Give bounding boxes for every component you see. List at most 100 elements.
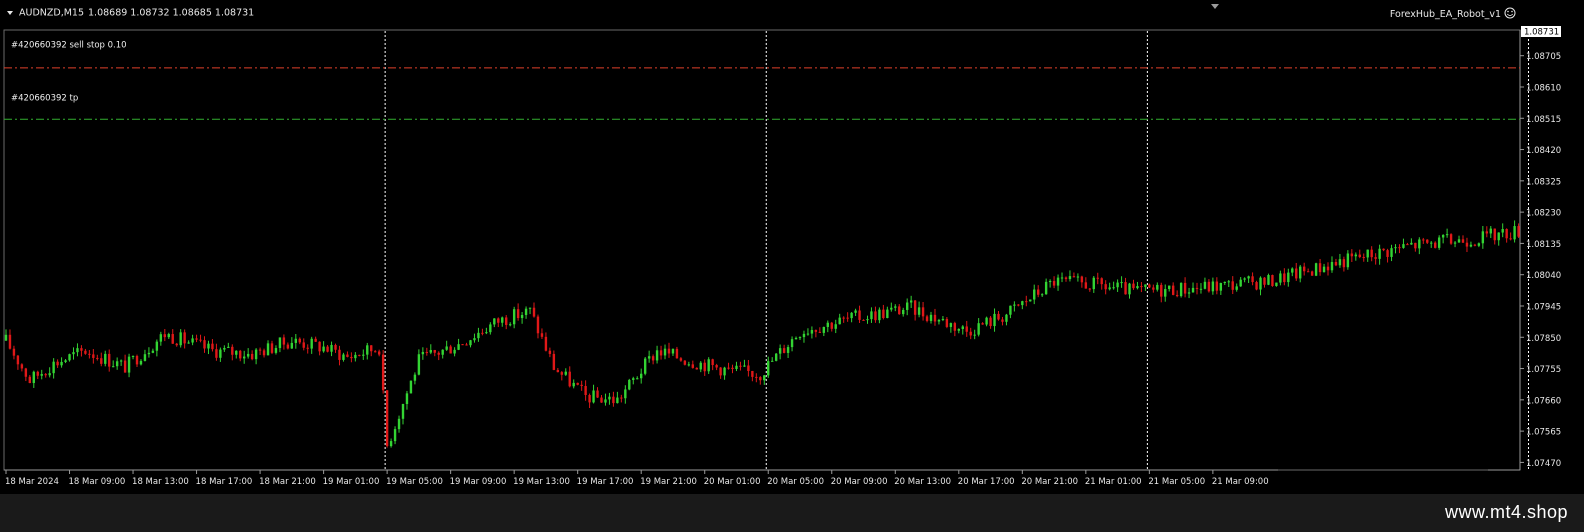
candle-body	[381, 354, 385, 391]
expert-smiley-icon[interactable]	[1504, 7, 1516, 19]
candle-body	[989, 317, 992, 327]
candle-body	[32, 371, 35, 384]
candle-body	[370, 345, 373, 352]
candle-body	[322, 346, 325, 352]
candle-body	[1223, 281, 1226, 284]
candle-body	[417, 354, 421, 375]
candle-body	[1434, 242, 1437, 248]
candle-body	[1306, 271, 1310, 273]
candle-body	[68, 354, 71, 361]
candle-body	[532, 307, 536, 317]
candle-body	[588, 395, 591, 403]
candle-body	[683, 360, 687, 365]
candle-body	[1096, 277, 1099, 279]
candle-body	[580, 384, 583, 386]
price-chart[interactable]: 1.08705 1.08610 1.08515 1.08420 1.08325 1.082…	[0, 0, 1568, 492]
chart-window[interactable]: 1.08705 1.08610 1.08515 1.08420 1.08325 1.082…	[0, 0, 1568, 492]
candle-body	[671, 348, 675, 354]
candle-body	[1330, 262, 1334, 271]
candle-body	[755, 376, 758, 378]
candle-body	[596, 390, 599, 398]
candle-body	[1501, 229, 1504, 233]
candle-body	[100, 358, 103, 364]
candle-body	[997, 313, 1000, 320]
candle-body	[294, 338, 298, 343]
candle-body	[858, 310, 861, 320]
candle-body	[1390, 248, 1393, 257]
day-separators	[384, 31, 1529, 469]
candle-body	[707, 359, 710, 372]
price-tick-label: 1.08135	[1526, 240, 1561, 250]
candle-body	[501, 317, 504, 323]
candle-body	[1338, 259, 1342, 266]
price-tick-label: 1.07660	[1526, 396, 1561, 406]
candle-body	[278, 337, 282, 349]
candle-body	[346, 354, 349, 357]
candle-body	[905, 302, 909, 310]
candle-body	[36, 371, 39, 376]
candle-body	[1457, 239, 1461, 243]
candle-body	[1386, 250, 1389, 257]
candle-body	[314, 338, 317, 342]
candle-body	[1179, 282, 1183, 297]
candle-body	[1259, 277, 1262, 290]
candle-body	[640, 373, 643, 379]
candle-body	[115, 361, 119, 367]
price-tick-label: 1.08325	[1526, 177, 1561, 187]
candle-body	[401, 404, 405, 419]
candle-body	[866, 319, 869, 321]
candle-body	[1104, 284, 1107, 290]
candle-body	[898, 306, 901, 315]
candle-body	[886, 309, 889, 319]
candle-body	[1231, 281, 1234, 290]
candle-body	[1537, 222, 1539, 230]
candle-body	[393, 429, 397, 442]
candle-body	[108, 353, 111, 367]
candle-body	[350, 356, 353, 359]
candle-body	[933, 314, 937, 322]
candle-body	[409, 380, 413, 394]
candle-body	[1025, 301, 1028, 303]
candle-body	[437, 352, 440, 355]
candle-body	[389, 441, 393, 447]
candle-body	[636, 378, 639, 380]
candle-body	[433, 349, 436, 353]
candle-body	[806, 333, 810, 335]
candle-body	[508, 324, 512, 326]
candle-body	[1120, 282, 1123, 284]
candle-body	[1565, 208, 1567, 215]
candle-body	[1009, 305, 1012, 315]
candle-body	[802, 333, 806, 338]
candle-body	[258, 349, 262, 351]
candle-body	[1219, 283, 1223, 291]
candle-body	[1227, 281, 1230, 283]
candle-body	[88, 353, 91, 355]
chart-menu-triangle-icon[interactable]	[7, 11, 13, 15]
candle-body	[318, 341, 321, 352]
candle-body	[354, 354, 357, 359]
candle-body	[266, 343, 270, 356]
time-tick-label: 20 Mar 09:00	[831, 477, 888, 487]
candle-body	[1144, 284, 1147, 287]
candle-body	[961, 326, 964, 329]
candle-body	[28, 376, 32, 384]
candle-body	[1263, 277, 1266, 285]
candle-body	[1060, 277, 1064, 279]
candle-body	[604, 399, 607, 403]
candle-body	[651, 356, 655, 361]
current-price-label: 1.08731	[1524, 28, 1559, 38]
candle-body	[123, 360, 127, 373]
candle-body	[1255, 282, 1258, 290]
candle-body	[600, 397, 603, 403]
candle-body	[199, 339, 202, 341]
candle-body	[342, 354, 345, 360]
candle-body	[965, 326, 968, 332]
time-tick-label: 18 Mar 21:00	[259, 477, 316, 487]
candle-body	[743, 365, 746, 367]
time-tick-label: 21 Mar 09:00	[1212, 477, 1269, 487]
candle-body	[1374, 257, 1377, 259]
candle-body	[223, 347, 226, 350]
candle-body	[624, 389, 627, 399]
candle-body	[119, 360, 123, 362]
chart-shift-triangle-icon[interactable]	[1211, 4, 1219, 9]
